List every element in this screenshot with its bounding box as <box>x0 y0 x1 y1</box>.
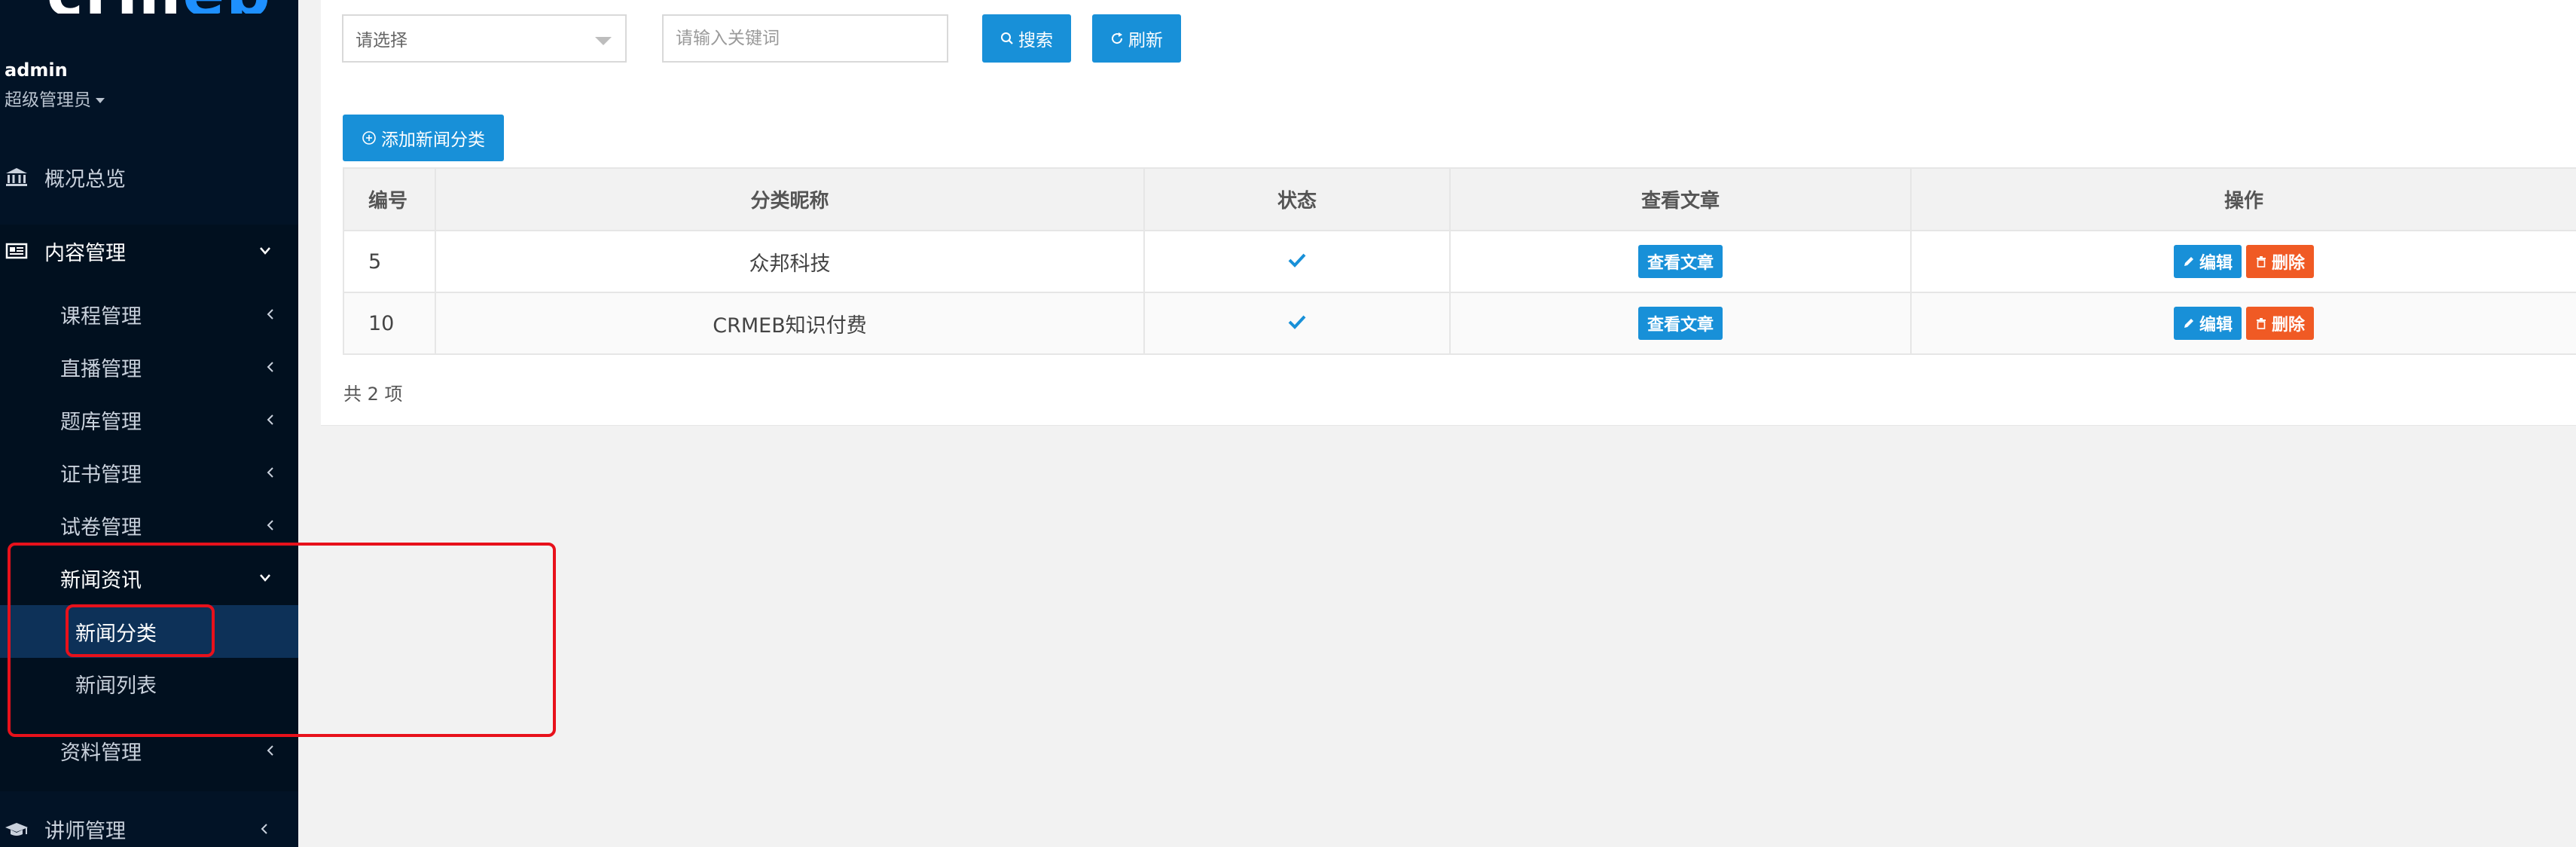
chevron-left-icon <box>267 520 273 531</box>
delete-button[interactable]: 删除 <box>2246 307 2315 340</box>
edit-label: 编辑 <box>2199 254 2233 273</box>
cell-status <box>1143 230 1451 293</box>
chevron-left-icon <box>267 309 273 320</box>
keyword-search-input[interactable] <box>662 14 948 63</box>
user-role-label: 超级管理员 <box>5 90 91 110</box>
column-header-name[interactable]: 分类昵称 <box>435 167 1145 231</box>
edit-label: 编辑 <box>2199 316 2233 335</box>
cell-id: 5 <box>343 230 436 293</box>
sidebar-item-overview[interactable]: 概况总览 <box>0 153 298 201</box>
pencil-icon <box>2184 257 2193 266</box>
trash-icon <box>2257 256 2266 268</box>
view-articles-button[interactable]: 查看文章 <box>1637 245 1723 278</box>
refresh-button-label: 刷新 <box>1128 31 1163 50</box>
check-icon <box>1288 315 1306 329</box>
caret-down-icon <box>96 98 105 103</box>
logo: crmeb <box>47 0 272 14</box>
table-row: 10 CRMEB知识付费 查看文章 编辑 删除 <box>343 292 2576 355</box>
sidebar-item-lecturer[interactable]: 讲师管理 <box>0 805 298 847</box>
sidebar-item-label: 试卷管理 <box>60 515 142 540</box>
chevron-left-icon <box>261 824 267 834</box>
cell-name: CRMEB知识付费 <box>435 292 1145 355</box>
sidebar-item-label: 直播管理 <box>60 357 142 381</box>
chevron-left-icon <box>267 414 273 425</box>
graduation-cap-icon <box>5 823 28 836</box>
bank-icon <box>6 168 27 186</box>
pencil-icon <box>2184 319 2193 328</box>
newspaper-icon <box>5 243 28 259</box>
pagination-total: 共 2 项 <box>343 384 403 405</box>
sidebar-item-certificate[interactable]: 证书管理 <box>0 448 298 497</box>
edit-button[interactable]: 编辑 <box>2173 245 2242 278</box>
table-header-row: 编号 分类昵称 状态 查看文章 操作 <box>343 167 2576 231</box>
sidebar-item-label: 题库管理 <box>60 410 142 434</box>
sidebar-item-question-bank[interactable]: 题库管理 <box>0 396 298 444</box>
sidebar-item-live[interactable]: 直播管理 <box>0 343 298 391</box>
cell-name: 众邦科技 <box>435 230 1145 293</box>
chevron-left-icon <box>267 745 273 756</box>
select-value: 请选择 <box>356 31 407 50</box>
sidebar-item-label: 内容管理 <box>44 241 126 265</box>
category-select[interactable]: 请选择 <box>342 14 627 63</box>
search-icon <box>1001 32 1013 44</box>
chevron-left-icon <box>267 467 273 478</box>
dropdown-arrow-icon <box>595 37 612 45</box>
user-name: admin <box>5 60 68 81</box>
view-articles-button[interactable]: 查看文章 <box>1637 307 1723 340</box>
chevron-left-icon <box>267 362 273 372</box>
delete-label: 删除 <box>2272 254 2306 273</box>
column-header-id[interactable]: 编号 <box>343 167 436 231</box>
sidebar-item-course[interactable]: 课程管理 <box>0 290 298 338</box>
news-category-table: 编号 分类昵称 状态 查看文章 操作 5 众邦科技 查看文章 编辑 删除 10 … <box>343 167 2576 355</box>
edit-button[interactable]: 编辑 <box>2173 307 2242 340</box>
user-role-dropdown[interactable]: 超级管理员 <box>5 85 105 111</box>
annotation-box-news-category <box>66 604 215 657</box>
sidebar-item-label: 概况总览 <box>44 167 126 191</box>
search-button[interactable]: 搜索 <box>982 14 1071 63</box>
cell-actions: 编辑 删除 <box>1910 292 2576 355</box>
trash-icon <box>2257 318 2266 329</box>
cell-actions: 编辑 删除 <box>1910 230 2576 293</box>
plus-circle-icon <box>362 131 376 145</box>
column-header-actions: 操作 <box>1910 167 2576 231</box>
cell-view: 查看文章 <box>1449 230 1912 293</box>
check-icon <box>1288 253 1306 268</box>
cell-id: 10 <box>343 292 436 355</box>
sidebar-item-label: 课程管理 <box>60 304 142 329</box>
sidebar-item-content[interactable]: 内容管理 <box>0 227 298 275</box>
add-news-category-button[interactable]: 添加新闻分类 <box>343 115 504 161</box>
sidebar-item-label: 证书管理 <box>60 463 142 487</box>
cell-status <box>1143 292 1451 355</box>
sidebar-item-label: 讲师管理 <box>44 819 126 843</box>
delete-label: 删除 <box>2272 316 2306 335</box>
chevron-down-icon <box>260 247 270 255</box>
add-button-label: 添加新闻分类 <box>381 130 485 150</box>
table-row: 5 众邦科技 查看文章 编辑 删除 <box>343 230 2576 293</box>
search-button-label: 搜索 <box>1018 31 1053 50</box>
column-header-view[interactable]: 查看文章 <box>1449 167 1912 231</box>
column-header-status[interactable]: 状态 <box>1143 167 1451 231</box>
sidebar-item-label: 资料管理 <box>60 741 142 765</box>
refresh-icon <box>1112 32 1123 44</box>
cell-view: 查看文章 <box>1449 292 1912 355</box>
refresh-button[interactable]: 刷新 <box>1092 14 1181 63</box>
delete-button[interactable]: 删除 <box>2246 245 2315 278</box>
